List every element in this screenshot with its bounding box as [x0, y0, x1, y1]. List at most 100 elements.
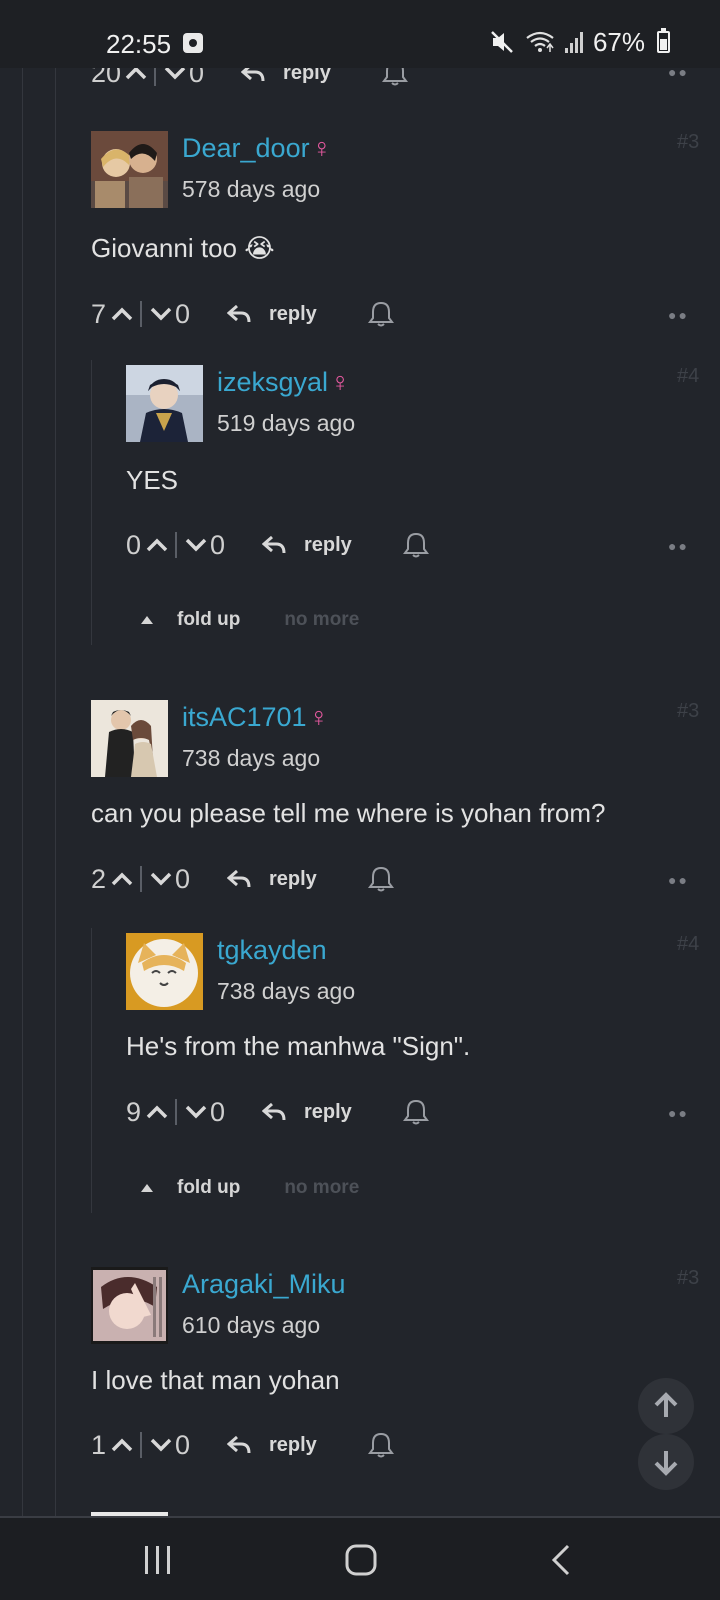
reply-label: reply	[304, 1100, 352, 1123]
comment-number: #3	[677, 1267, 700, 1289]
reply-label: reply	[269, 867, 317, 890]
scroll-down-icon	[654, 1451, 678, 1476]
username[interactable]: Aragaki_Miku	[182, 1269, 346, 1300]
upvote-icon[interactable]	[146, 538, 168, 552]
downvote-icon[interactable]	[185, 1105, 207, 1119]
downvote-icon[interactable]	[185, 538, 207, 552]
more-icon[interactable]: ●●	[668, 538, 689, 554]
screen-record-icon	[183, 33, 203, 53]
upvote-count: 7	[91, 298, 107, 329]
fold-up-icon[interactable]	[141, 616, 153, 624]
downvote-count: 0	[210, 1096, 226, 1127]
reply-button[interactable]: reply	[227, 1434, 317, 1457]
reply-button[interactable]: reply	[262, 534, 352, 557]
upvote-icon[interactable]	[111, 872, 133, 886]
reply-rail	[91, 360, 92, 645]
more-icon[interactable]: ●●	[668, 1105, 689, 1121]
upvote-count: 0	[126, 529, 142, 560]
upvote-count: 2	[91, 863, 107, 894]
bell-icon[interactable]	[367, 865, 395, 893]
thread-rail-inner	[55, 68, 56, 1516]
username[interactable]: Dear_door♀	[182, 133, 332, 164]
downvote-count: 0	[210, 529, 226, 560]
status-bar: 22:55 67%	[0, 0, 720, 68]
comment-text: YES	[126, 465, 179, 495]
bell-icon[interactable]	[367, 1431, 395, 1459]
comment-actions: 7 0 reply	[91, 294, 395, 334]
fold-row: fold up no more	[141, 1173, 359, 1203]
reply-button[interactable]: reply	[227, 868, 317, 891]
reply-label: reply	[269, 1433, 317, 1456]
wifi-icon	[526, 31, 554, 52]
upvote-icon[interactable]	[111, 1438, 133, 1452]
comment-number: #3	[677, 700, 700, 722]
downvote-count: 0	[175, 1429, 191, 1460]
comment-actions: 2 0 reply	[91, 859, 395, 899]
vote-separator	[140, 1432, 142, 1458]
avatar[interactable]	[91, 1267, 168, 1344]
status-right: 67%	[489, 26, 670, 58]
upvote-icon[interactable]	[125, 66, 147, 80]
downvote-icon[interactable]	[150, 1438, 172, 1452]
scroll-up-icon	[654, 1392, 678, 1417]
no-more-label: no more	[284, 1177, 360, 1198]
downvote-count: 0	[175, 298, 191, 329]
fold-up-icon[interactable]	[141, 1184, 153, 1192]
more-icon[interactable]: ●●	[668, 307, 689, 323]
downvote-icon[interactable]	[150, 872, 172, 886]
battery-icon	[657, 28, 670, 53]
comment-text: Giovanni too 😭	[91, 233, 275, 263]
vote-separator	[175, 532, 177, 558]
thread-rail-outer	[22, 68, 23, 1516]
home-icon[interactable]	[343, 1542, 379, 1578]
downvote-icon[interactable]	[150, 307, 172, 321]
reply-icon	[262, 535, 286, 554]
fold-row: fold up no more	[141, 605, 359, 635]
avatar[interactable]	[126, 933, 203, 1010]
comment-text: can you please tell me where is yohan fr…	[91, 798, 606, 828]
upvote-count: 9	[126, 1096, 142, 1127]
upvote-icon[interactable]	[146, 1105, 168, 1119]
signal-icon	[564, 31, 583, 53]
username[interactable]: itsAC1701♀	[182, 702, 329, 733]
reply-rail	[91, 928, 92, 1213]
upvote-icon[interactable]	[111, 307, 133, 321]
reply-icon	[227, 1435, 251, 1454]
female-icon: ♀	[330, 367, 351, 397]
reply-button[interactable]: reply	[227, 303, 317, 326]
navigation-bar	[0, 1516, 720, 1600]
bell-icon[interactable]	[402, 531, 430, 559]
female-icon: ♀	[311, 133, 332, 163]
fold-up-button[interactable]: fold up	[177, 609, 240, 631]
scroll-up-button[interactable]	[638, 1378, 694, 1434]
comment-number: #4	[677, 933, 700, 955]
vote-separator	[140, 866, 142, 892]
comment-number: #4	[677, 365, 700, 387]
username[interactable]: tgkayden	[217, 935, 327, 966]
downvote-count: 0	[175, 863, 191, 894]
recents-icon[interactable]	[142, 1542, 174, 1578]
reply-icon	[227, 869, 251, 888]
reply-button[interactable]: reply	[262, 1101, 352, 1124]
comment-time: 519 days ago	[217, 410, 356, 436]
avatar[interactable]	[91, 700, 168, 777]
bell-icon[interactable]	[402, 1098, 430, 1126]
comment-text: He's from the manhwa "Sign".	[126, 1031, 471, 1061]
bell-icon[interactable]	[367, 300, 395, 328]
back-icon[interactable]	[546, 1542, 576, 1578]
username[interactable]: izeksgyal♀	[217, 367, 350, 398]
comment-time: 578 days ago	[182, 176, 321, 202]
fold-up-button[interactable]: fold up	[177, 1177, 240, 1199]
avatar[interactable]	[91, 131, 168, 208]
comment-time: 738 days ago	[182, 745, 321, 771]
vote-separator	[175, 1099, 177, 1125]
scroll-down-button[interactable]	[638, 1434, 694, 1490]
comment-actions: 9 0 reply	[126, 1092, 430, 1132]
mute-icon	[491, 31, 513, 53]
avatar[interactable]	[126, 365, 203, 442]
vote-separator	[140, 301, 142, 327]
more-icon[interactable]: ●●	[668, 872, 689, 888]
downvote-icon[interactable]	[164, 66, 186, 80]
reply-icon	[262, 1102, 286, 1121]
comment-number: #3	[677, 131, 700, 153]
